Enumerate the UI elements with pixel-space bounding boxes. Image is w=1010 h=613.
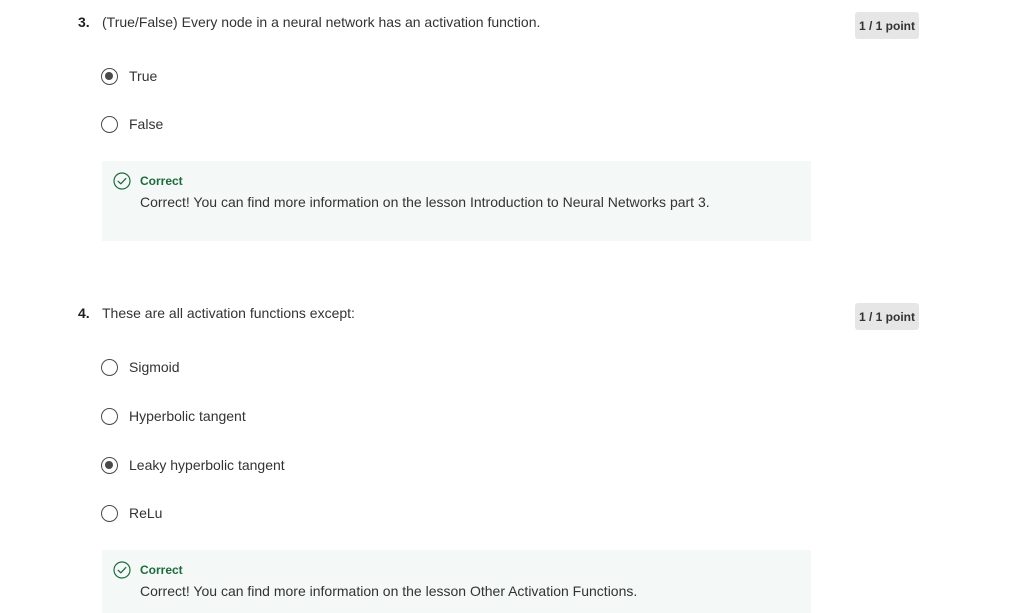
question-text: (True/False) Every node in a neural netw… [102,14,541,30]
question-number: 4. [78,305,90,321]
feedback-box: Correct Correct! You can find more infor… [102,161,811,241]
quiz-page: 3. (True/False) Every node in a neural n… [0,0,1010,613]
question-header: 4. These are all activation functions ex… [78,303,355,323]
option-label: Sigmoid [129,359,180,375]
radio-button[interactable] [101,504,118,522]
option-label: True [129,68,158,84]
feedback-header: Correct [113,561,183,579]
option-leaky-hyperbolic-tangent[interactable]: Leaky hyperbolic tangent [101,455,285,475]
option-relu[interactable]: ReLu [101,503,162,523]
radio-button[interactable] [101,115,118,133]
feedback-message: Correct! You can find more information o… [140,583,638,599]
feedback-box: Correct Correct! You can find more infor… [102,550,811,613]
option-label: ReLu [129,505,163,521]
feedback-header: Correct [113,172,183,190]
option-true[interactable]: True [101,66,157,86]
option-label: Leaky hyperbolic tangent [129,457,285,473]
radio-button[interactable] [101,358,118,376]
question-4: 4. These are all activation functions ex… [0,303,1010,613]
radio-button-selected[interactable] [101,67,118,85]
feedback-title: Correct [140,174,183,188]
option-hyperbolic-tangent[interactable]: Hyperbolic tangent [101,406,246,426]
points-badge: 1 / 1 point [855,303,919,330]
points-badge: 1 / 1 point [855,12,919,39]
option-sigmoid[interactable]: Sigmoid [101,357,180,377]
feedback-message: Correct! You can find more information o… [140,194,710,210]
check-circle-icon [113,172,131,190]
option-label: Hyperbolic tangent [129,408,246,424]
question-number: 3. [78,14,90,30]
question-3: 3. (True/False) Every node in a neural n… [0,12,1010,242]
question-text: These are all activation functions excep… [102,305,355,321]
radio-button[interactable] [101,407,118,425]
radio-button-selected[interactable] [101,456,118,474]
check-circle-icon [113,561,131,579]
option-label: False [129,116,164,132]
question-header: 3. (True/False) Every node in a neural n… [78,12,540,32]
option-false[interactable]: False [101,114,163,134]
feedback-title: Correct [140,563,183,577]
